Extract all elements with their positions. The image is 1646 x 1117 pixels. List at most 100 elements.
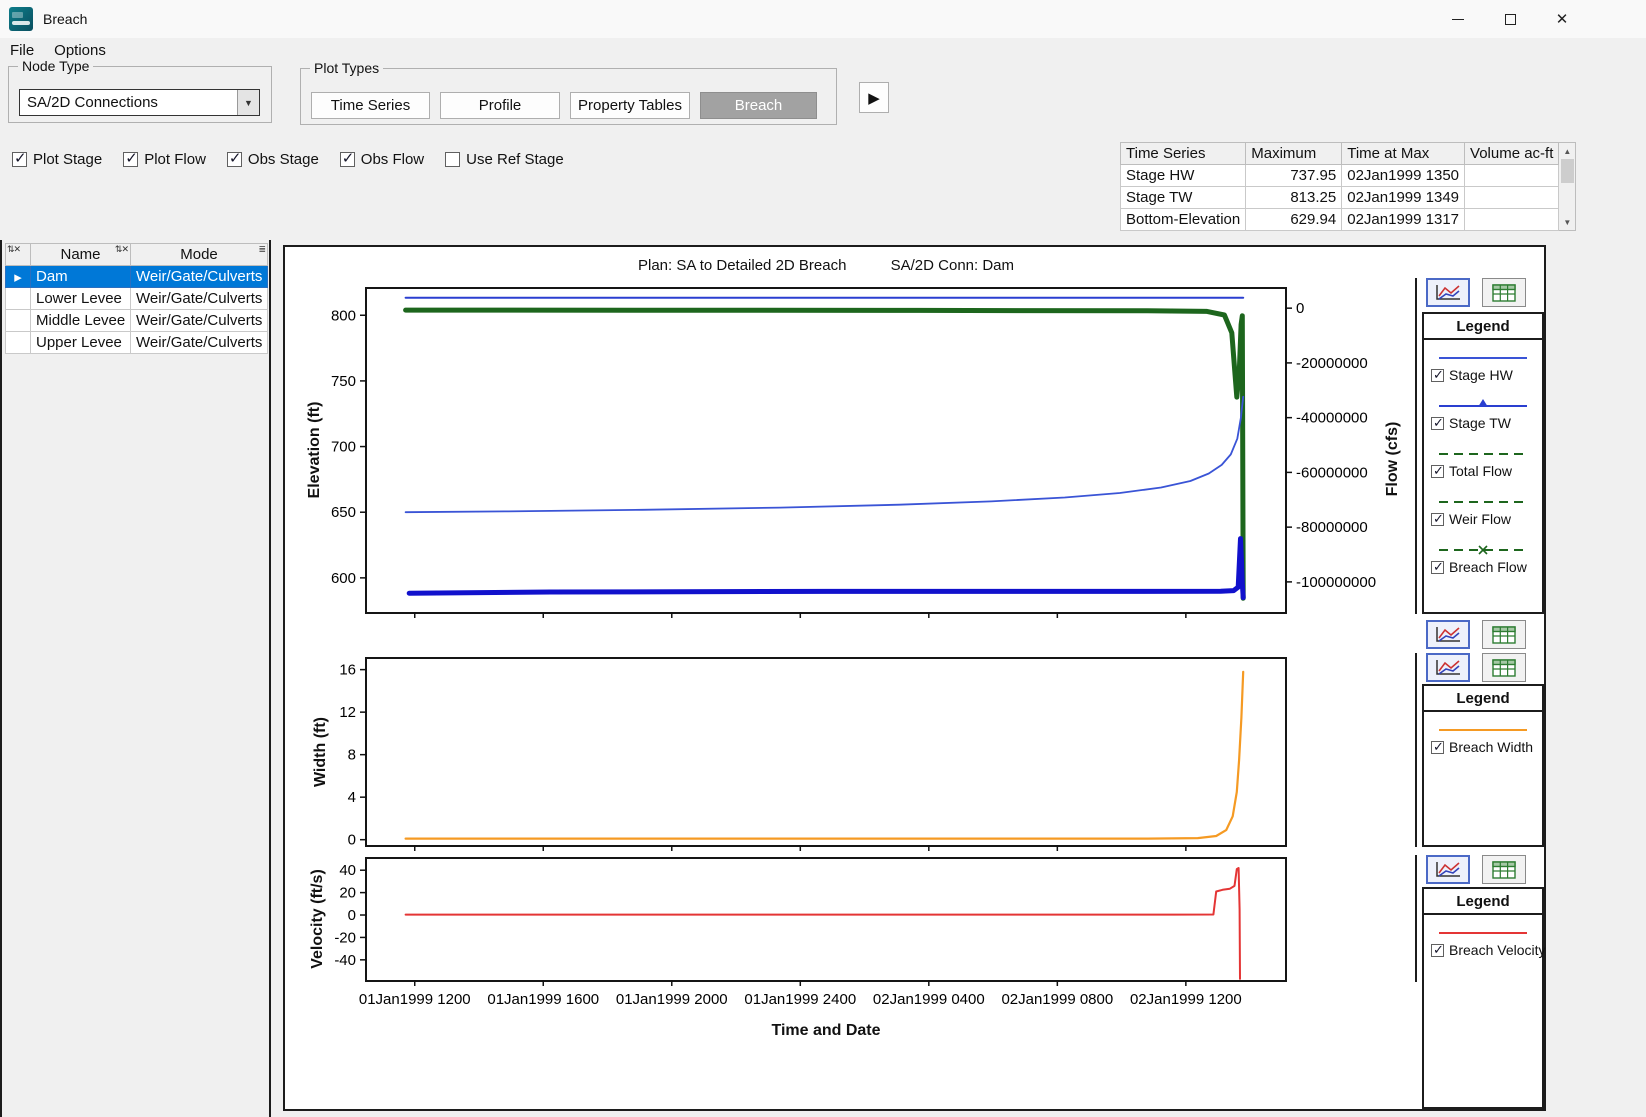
plot-icon: [1433, 283, 1463, 303]
svg-text:01Jan1999 2000: 01Jan1999 2000: [616, 991, 728, 1008]
profile-button[interactable]: Profile: [440, 92, 560, 119]
node-mode-cell[interactable]: Weir/Gate/Culverts: [131, 332, 268, 354]
option-use-ref-stage[interactable]: Use Ref Stage: [445, 151, 564, 168]
display-options-row: Plot Stage Plot Flow Obs Stage Obs Flow Use …: [12, 151, 585, 168]
node-mode-cell[interactable]: Weir/Gate/Culverts: [131, 288, 268, 310]
name-column-header[interactable]: Name⇅✕: [31, 244, 131, 266]
node-row-upper-levee[interactable]: Upper LeveeWeir/Gate/Culverts: [6, 332, 268, 354]
legend-checkbox-stage-tw[interactable]: [1431, 417, 1444, 430]
legend-line-sample: [1437, 398, 1529, 412]
table-view-button[interactable]: [1482, 620, 1526, 649]
panel-divider-line: [269, 240, 271, 1117]
table-icon: [1491, 283, 1517, 303]
node-row-lower-levee[interactable]: Lower LeveeWeir/Gate/Culverts: [6, 288, 268, 310]
summary-header-maximum: Maximum: [1246, 143, 1342, 165]
close-icon: ✕: [1556, 10, 1569, 28]
checkbox-icon[interactable]: [227, 152, 242, 167]
breach-velocity-chart[interactable]: 40200-20-4001Jan1999 120001Jan1999 16000…: [365, 857, 1287, 982]
legend-checkbox-breach-velocity[interactable]: [1431, 944, 1444, 957]
checkbox-icon[interactable]: [340, 152, 355, 167]
legend-checkbox-stage-hw[interactable]: [1431, 369, 1444, 382]
column-menu-icon[interactable]: ≣: [258, 245, 265, 254]
legend-checkbox-weir-flow[interactable]: [1431, 513, 1444, 526]
chevron-down-icon[interactable]: ▼: [237, 90, 259, 115]
plot-panel: Plan: SA to Detailed 2D Breach SA/2D Con…: [283, 245, 1546, 1111]
plot-title: Plan: SA to Detailed 2D Breach SA/2D Con…: [365, 257, 1287, 274]
option-obs-stage[interactable]: Obs Stage: [227, 151, 319, 168]
legend-line-sample: [1437, 542, 1529, 556]
summary-cell-volume: [1465, 165, 1559, 187]
summary-header-time-series: Time Series: [1121, 143, 1246, 165]
svg-text:40: 40: [339, 862, 356, 879]
node-name-cell[interactable]: Upper Levee: [31, 332, 131, 354]
plot-view-button[interactable]: [1426, 653, 1470, 682]
table-icon: [1491, 860, 1517, 880]
node-name-cell[interactable]: Middle Levee: [31, 310, 131, 332]
table-view-button[interactable]: [1482, 653, 1526, 682]
animate-button[interactable]: ▶: [859, 82, 889, 113]
plot-view-button[interactable]: [1426, 620, 1470, 649]
svg-text:0: 0: [348, 832, 356, 849]
scrollbar-thumb[interactable]: [1561, 159, 1574, 183]
option-plot-stage[interactable]: Plot Stage: [12, 151, 102, 168]
node-name-cell[interactable]: Dam: [31, 266, 131, 288]
sort-delete-icon[interactable]: ⇅✕: [115, 245, 128, 254]
legend-item-breach-width: Breach Width: [1424, 722, 1542, 755]
svg-text:01Jan1999 2400: 01Jan1999 2400: [744, 991, 856, 1008]
plot-view-button[interactable]: [1426, 278, 1470, 307]
node-type-select[interactable]: SA/2D Connections ▼: [19, 89, 260, 116]
summary-scrollbar[interactable]: ▲ ▼: [1559, 142, 1576, 231]
breach-button[interactable]: Breach: [700, 92, 817, 119]
close-button[interactable]: ✕: [1536, 0, 1588, 38]
row-selector[interactable]: [6, 310, 31, 332]
legend-label: Total Flow: [1449, 463, 1512, 479]
plot-view-button[interactable]: [1426, 855, 1470, 884]
legend-label: Breach Width: [1449, 739, 1533, 755]
row-selector[interactable]: ▸: [6, 266, 31, 288]
plot-types-group: Plot Types Time Series Profile Property …: [300, 68, 837, 125]
legend-separator: [1415, 653, 1417, 847]
node-row-dam[interactable]: ▸DamWeir/Gate/Culverts: [6, 266, 268, 288]
legend-checkbox-breach-width[interactable]: [1431, 741, 1444, 754]
node-mode-cell[interactable]: Weir/Gate/Culverts: [131, 266, 268, 288]
scroll-down-icon[interactable]: ▼: [1560, 214, 1575, 230]
maximize-button[interactable]: [1484, 0, 1536, 38]
table-view-button[interactable]: [1482, 278, 1526, 307]
series-bottom-elevation: [409, 539, 1243, 598]
option-obs-flow[interactable]: Obs Flow: [340, 151, 424, 168]
mode-column-header[interactable]: Mode≣: [131, 244, 268, 266]
checkbox-icon[interactable]: [123, 152, 138, 167]
legend-checkbox-total-flow[interactable]: [1431, 465, 1444, 478]
node-mode-cell[interactable]: Weir/Gate/Culverts: [131, 310, 268, 332]
svg-text:02Jan1999 1200: 02Jan1999 1200: [1130, 991, 1242, 1008]
svg-text:700: 700: [331, 439, 356, 456]
minimize-button[interactable]: [1432, 0, 1484, 38]
titlebar: Breach ✕: [0, 0, 1646, 38]
time-axis-label: Time and Date: [365, 1022, 1287, 1040]
legend-line-sample: [1437, 350, 1529, 364]
checkbox-icon[interactable]: [445, 152, 460, 167]
checkbox-icon[interactable]: [12, 152, 27, 167]
legend-line-sample: [1437, 722, 1529, 736]
node-name-cell[interactable]: Lower Levee: [31, 288, 131, 310]
node-row-middle-levee[interactable]: Middle LeveeWeir/Gate/Culverts: [6, 310, 268, 332]
checkbox-label: Obs Flow: [361, 151, 424, 168]
table-view-button[interactable]: [1482, 855, 1526, 884]
row-selector[interactable]: [6, 288, 31, 310]
option-plot-flow[interactable]: Plot Flow: [123, 151, 206, 168]
legend-line-sample: [1437, 925, 1529, 939]
svg-text:600: 600: [331, 570, 356, 587]
scroll-up-icon[interactable]: ▲: [1560, 143, 1575, 159]
svg-text:-100000000: -100000000: [1296, 574, 1376, 591]
svg-text:-20000000: -20000000: [1296, 355, 1368, 372]
legend-checkbox-breach-flow[interactable]: [1431, 561, 1444, 574]
breach-width-chart[interactable]: 0481216: [365, 657, 1287, 847]
legend-separator: [1415, 278, 1417, 614]
node-table-corner[interactable]: ⇅✕: [6, 244, 31, 266]
time-series-button[interactable]: Time Series: [311, 92, 430, 119]
sort-delete-icon[interactable]: ⇅✕: [7, 245, 20, 254]
stage-flow-chart[interactable]: 6006507007508000-20000000-40000000-60000…: [365, 287, 1287, 614]
breach-velocity-legend: Legend Breach Velocity: [1422, 887, 1544, 1109]
row-selector[interactable]: [6, 332, 31, 354]
property-tables-button[interactable]: Property Tables: [570, 92, 690, 119]
